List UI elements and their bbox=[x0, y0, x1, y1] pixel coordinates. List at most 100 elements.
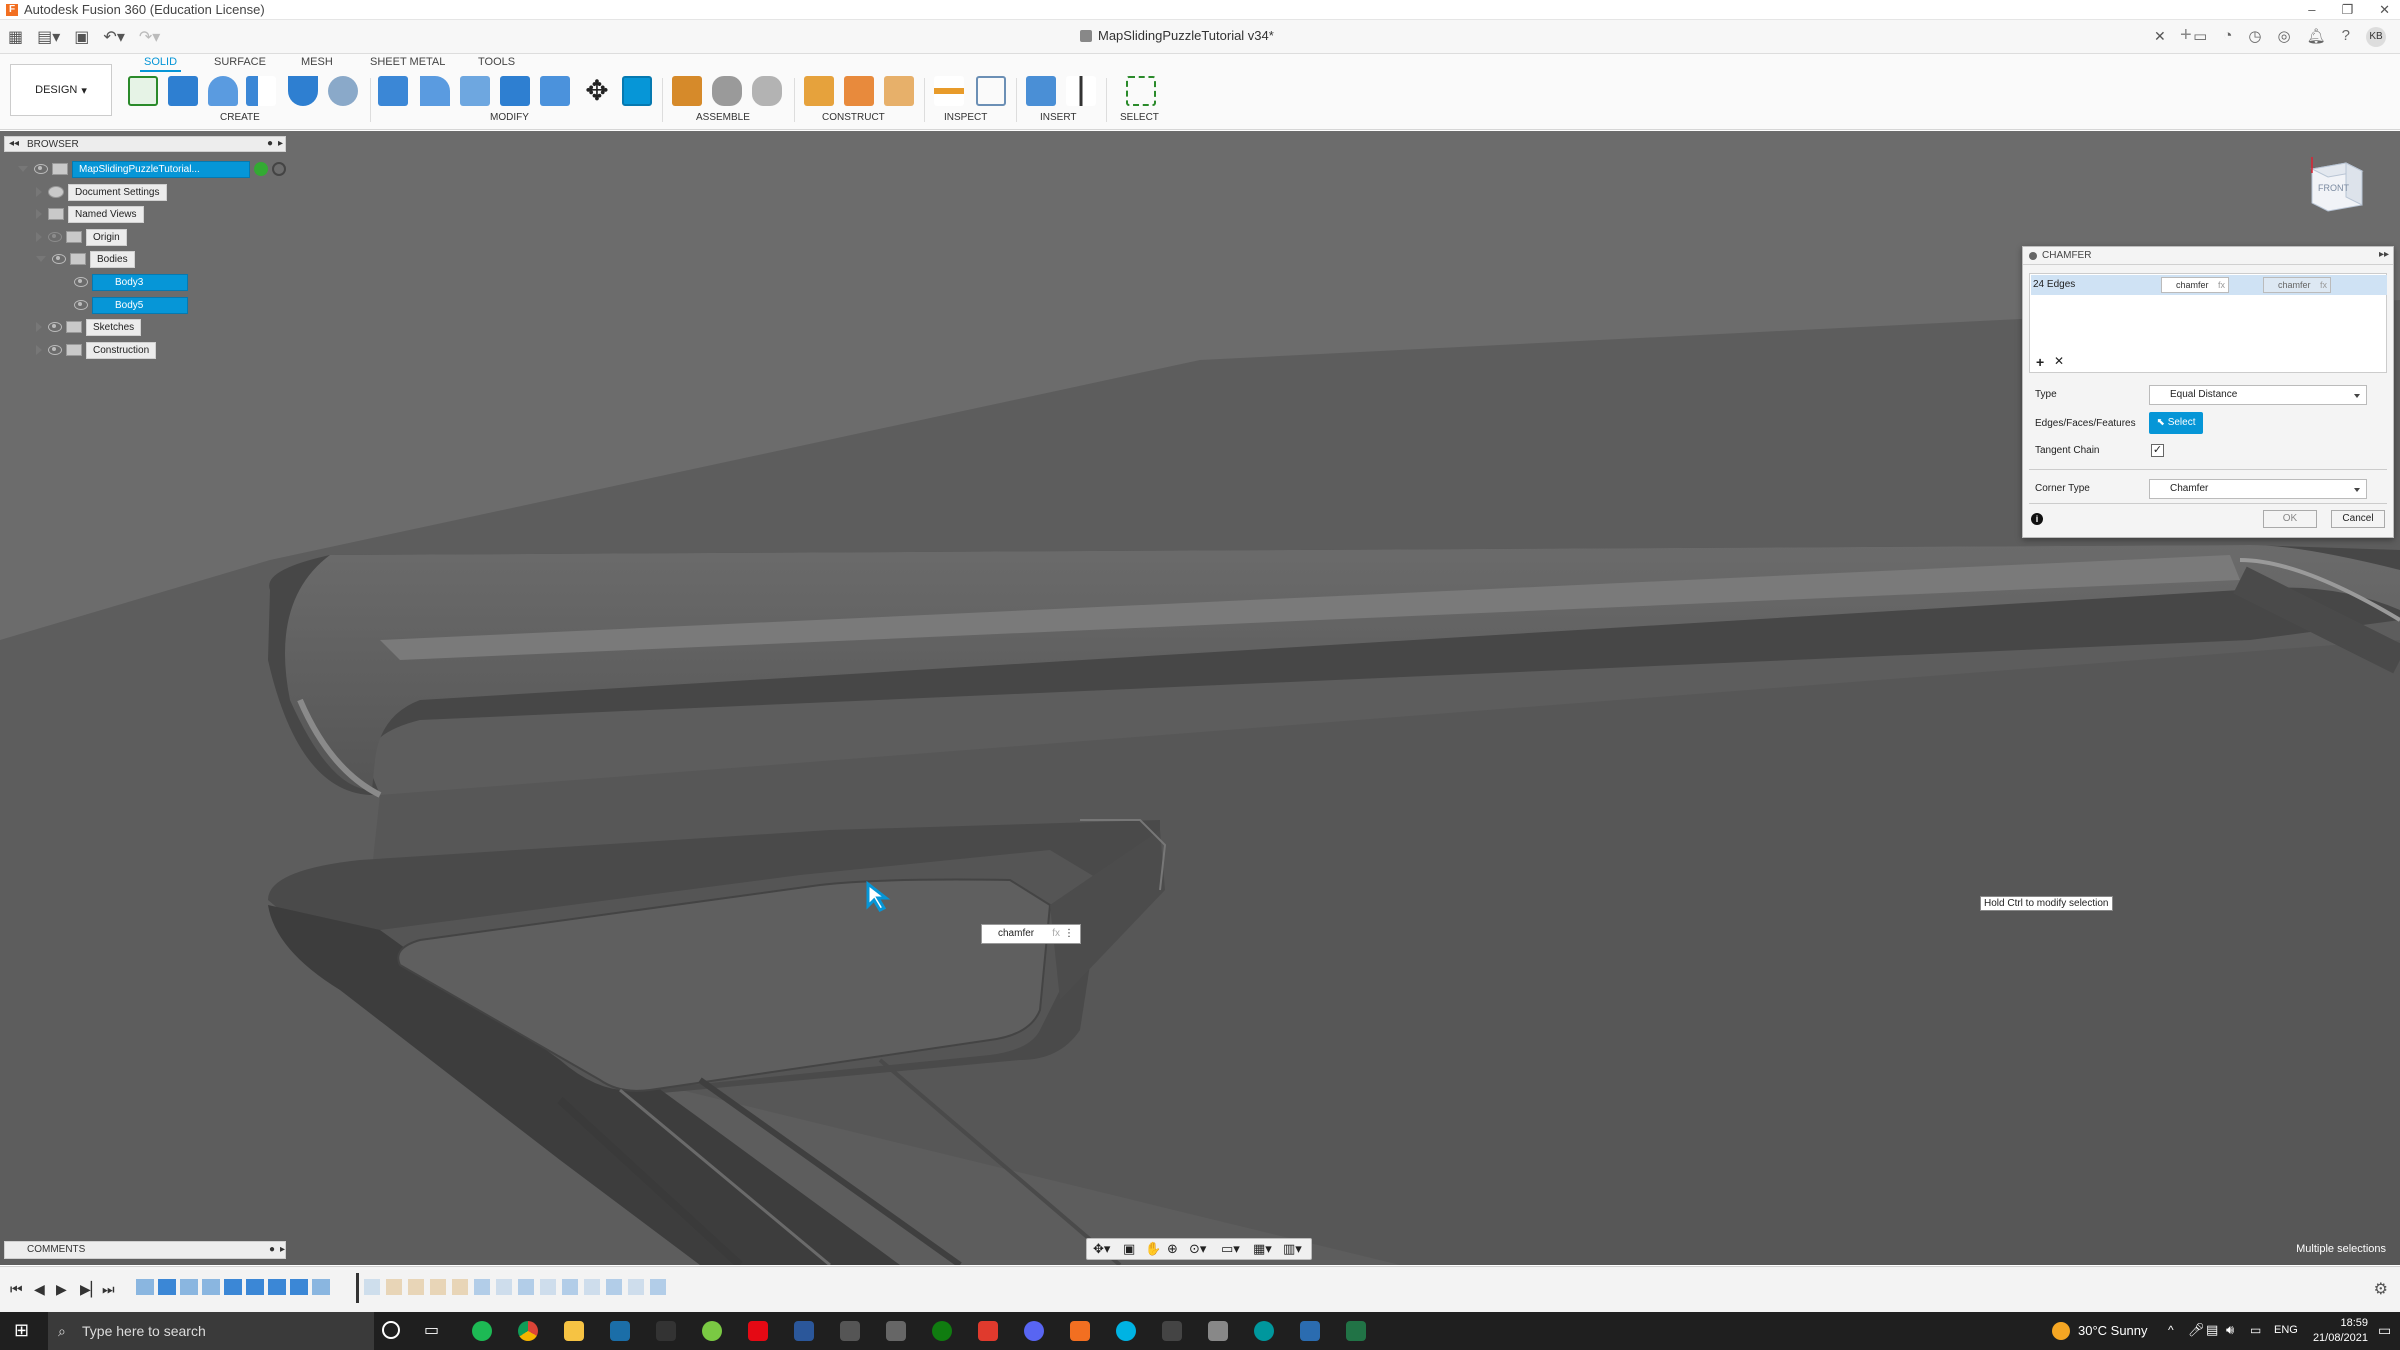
sidebar-item-construction[interactable]: Construction bbox=[36, 341, 157, 359]
timeline-settings-icon[interactable]: ⚙ bbox=[2374, 1279, 2388, 1299]
calculator-icon[interactable] bbox=[1208, 1321, 1228, 1341]
browser-root[interactable]: MapSlidingPuzzleTutorial... bbox=[18, 160, 286, 178]
section-analysis-icon[interactable] bbox=[976, 76, 1006, 106]
expand-icon[interactable] bbox=[18, 166, 28, 172]
sidebar-item-sketches[interactable]: Sketches bbox=[36, 318, 142, 336]
tab-mesh[interactable]: MESH bbox=[297, 56, 337, 70]
restore-icon[interactable]: ❐ bbox=[2341, 0, 2353, 20]
timeline-features[interactable] bbox=[136, 1279, 356, 1299]
cancel-button[interactable]: Cancel bbox=[2331, 510, 2385, 528]
file-explorer-icon[interactable] bbox=[564, 1321, 584, 1341]
steam-icon[interactable] bbox=[610, 1321, 630, 1341]
loft-icon[interactable] bbox=[288, 76, 318, 106]
sweep-icon[interactable] bbox=[246, 76, 276, 106]
revolve-icon[interactable] bbox=[208, 76, 238, 106]
sidebar-item-bodies[interactable]: Bodies bbox=[36, 250, 135, 268]
expand-icon[interactable] bbox=[36, 322, 42, 332]
timeline-extrude-icon[interactable] bbox=[246, 1279, 264, 1295]
remove-icon[interactable]: ✕ bbox=[2054, 354, 2064, 368]
timeline-suppressed-features[interactable] bbox=[364, 1279, 714, 1299]
group-construct[interactable]: CONSTRUCT bbox=[822, 112, 885, 123]
group-create[interactable]: CREATE bbox=[220, 112, 260, 123]
insert-mcmaster-icon[interactable] bbox=[1066, 76, 1096, 106]
tray-chevron-icon[interactable]: ^ bbox=[2168, 1323, 2174, 1337]
distance-input[interactable]: chamfer fx bbox=[2161, 277, 2229, 293]
notifications-icon[interactable]: 🔔︎ bbox=[2307, 27, 2326, 47]
new-tab-icon[interactable]: + bbox=[2180, 24, 2192, 47]
orbit-icon[interactable]: ✥▾ bbox=[1093, 1241, 1110, 1257]
timeline-sketch-icon[interactable] bbox=[136, 1279, 154, 1295]
hole-icon[interactable] bbox=[328, 76, 358, 106]
microphone-icon[interactable]: 🎤︎ bbox=[2188, 1322, 2205, 1338]
minimize-icon[interactable]: – bbox=[2308, 0, 2315, 20]
group-assemble[interactable]: ASSEMBLE bbox=[696, 112, 750, 123]
step-forward-icon[interactable]: ▶▏ bbox=[80, 1281, 102, 1298]
pix-icon[interactable] bbox=[1162, 1321, 1182, 1341]
joint-icon[interactable] bbox=[712, 76, 742, 106]
chrome-icon[interactable] bbox=[518, 1321, 538, 1341]
notification-center-icon[interactable]: ▭ bbox=[2378, 1322, 2391, 1339]
user-avatar[interactable]: KB bbox=[2366, 27, 2386, 47]
new-sketch-icon[interactable] bbox=[128, 76, 158, 106]
system-clock[interactable]: 18:59 21/08/2021 bbox=[2290, 1316, 2368, 1346]
group-insert[interactable]: INSERT bbox=[1040, 112, 1077, 123]
sidebar-item-origin[interactable]: Origin bbox=[36, 228, 127, 246]
comments-expand-icon[interactable]: ▸ bbox=[280, 1242, 285, 1258]
sidebar-item-document-settings[interactable]: Document Settings bbox=[36, 183, 167, 201]
spotify-icon[interactable] bbox=[472, 1321, 492, 1341]
visibility-icon[interactable] bbox=[74, 300, 88, 310]
tab-tools[interactable]: TOOLS bbox=[474, 56, 519, 70]
timeline-extrude-icon[interactable] bbox=[268, 1279, 286, 1295]
arduino-icon[interactable] bbox=[1254, 1321, 1274, 1341]
timeline-extrude-icon[interactable] bbox=[224, 1279, 242, 1295]
as-built-joint-icon[interactable] bbox=[752, 76, 782, 106]
chamfer-icon[interactable] bbox=[460, 76, 490, 106]
fusion-taskbar-icon[interactable] bbox=[1070, 1321, 1090, 1341]
netflix-icon[interactable] bbox=[748, 1321, 768, 1341]
file-menu-icon[interactable]: ▤▾ bbox=[37, 27, 60, 47]
visibility-off-icon[interactable] bbox=[48, 232, 62, 242]
activate-icon[interactable] bbox=[272, 162, 286, 176]
timeline-sketch-icon[interactable] bbox=[180, 1279, 198, 1295]
new-component-icon[interactable] bbox=[672, 76, 702, 106]
undo-icon[interactable]: ↶▾ bbox=[103, 27, 124, 47]
close-tab-icon[interactable]: ✕ bbox=[2154, 28, 2166, 45]
grid-menu-icon[interactable]: ▦ bbox=[8, 27, 23, 47]
cortex-icon[interactable] bbox=[1116, 1321, 1136, 1341]
timeline-sketch-icon[interactable] bbox=[202, 1279, 220, 1295]
chamfer-dialog[interactable]: CHAMFER ▸▸ 24 Edges chamfer fx chamfer f… bbox=[2022, 246, 2394, 538]
timeline-sketch-icon[interactable] bbox=[312, 1279, 330, 1295]
discord-icon[interactable] bbox=[1024, 1321, 1044, 1341]
windows-start-icon[interactable]: ⊞ bbox=[14, 1320, 29, 1341]
visibility-icon[interactable] bbox=[52, 254, 66, 264]
more-options-icon[interactable]: ⋮ bbox=[1064, 925, 1074, 943]
fillet-icon[interactable] bbox=[420, 76, 450, 106]
dialog-header[interactable]: CHAMFER ▸▸ bbox=[2023, 247, 2393, 265]
close-window-icon[interactable]: ✕ bbox=[2379, 0, 2390, 20]
grid-settings-icon[interactable]: ▦▾ bbox=[1253, 1241, 1272, 1257]
collapse-panel-icon[interactable]: ◂◂ bbox=[9, 138, 19, 149]
expand-icon[interactable] bbox=[36, 256, 46, 262]
job-status-icon[interactable]: ◷ bbox=[2248, 27, 2261, 47]
selection-list[interactable]: 24 Edges chamfer fx chamfer fx + ✕ bbox=[2029, 273, 2387, 373]
group-modify[interactable]: MODIFY bbox=[490, 112, 529, 123]
play-icon[interactable]: ▶ bbox=[56, 1281, 67, 1298]
add-icon[interactable]: + bbox=[2036, 354, 2044, 370]
viewports-icon[interactable]: ▥▾ bbox=[1283, 1241, 1302, 1257]
sidebar-item-named-views[interactable]: Named Views bbox=[36, 205, 144, 223]
tab-surface[interactable]: SURFACE bbox=[210, 56, 270, 70]
selection-row[interactable]: 24 Edges chamfer fx chamfer fx bbox=[2031, 275, 2387, 295]
expand-icon[interactable] bbox=[36, 209, 42, 219]
fx-icon[interactable]: fx bbox=[2218, 278, 2225, 292]
offset-plane-icon[interactable] bbox=[804, 76, 834, 106]
tangent-chain-checkbox[interactable]: ✓ bbox=[2151, 444, 2164, 457]
acrobat-icon[interactable] bbox=[978, 1321, 998, 1341]
insert-image-icon[interactable] bbox=[1026, 76, 1056, 106]
corner-type-dropdown[interactable]: Chamfer bbox=[2149, 479, 2367, 499]
word-icon[interactable] bbox=[794, 1321, 814, 1341]
distance-input-2[interactable]: chamfer fx bbox=[2263, 277, 2331, 293]
press-pull-icon[interactable] bbox=[378, 76, 408, 106]
viewcube[interactable]: FRONT bbox=[2306, 153, 2368, 215]
timeline-marker[interactable] bbox=[356, 1273, 359, 1303]
app-icon[interactable] bbox=[656, 1321, 676, 1341]
